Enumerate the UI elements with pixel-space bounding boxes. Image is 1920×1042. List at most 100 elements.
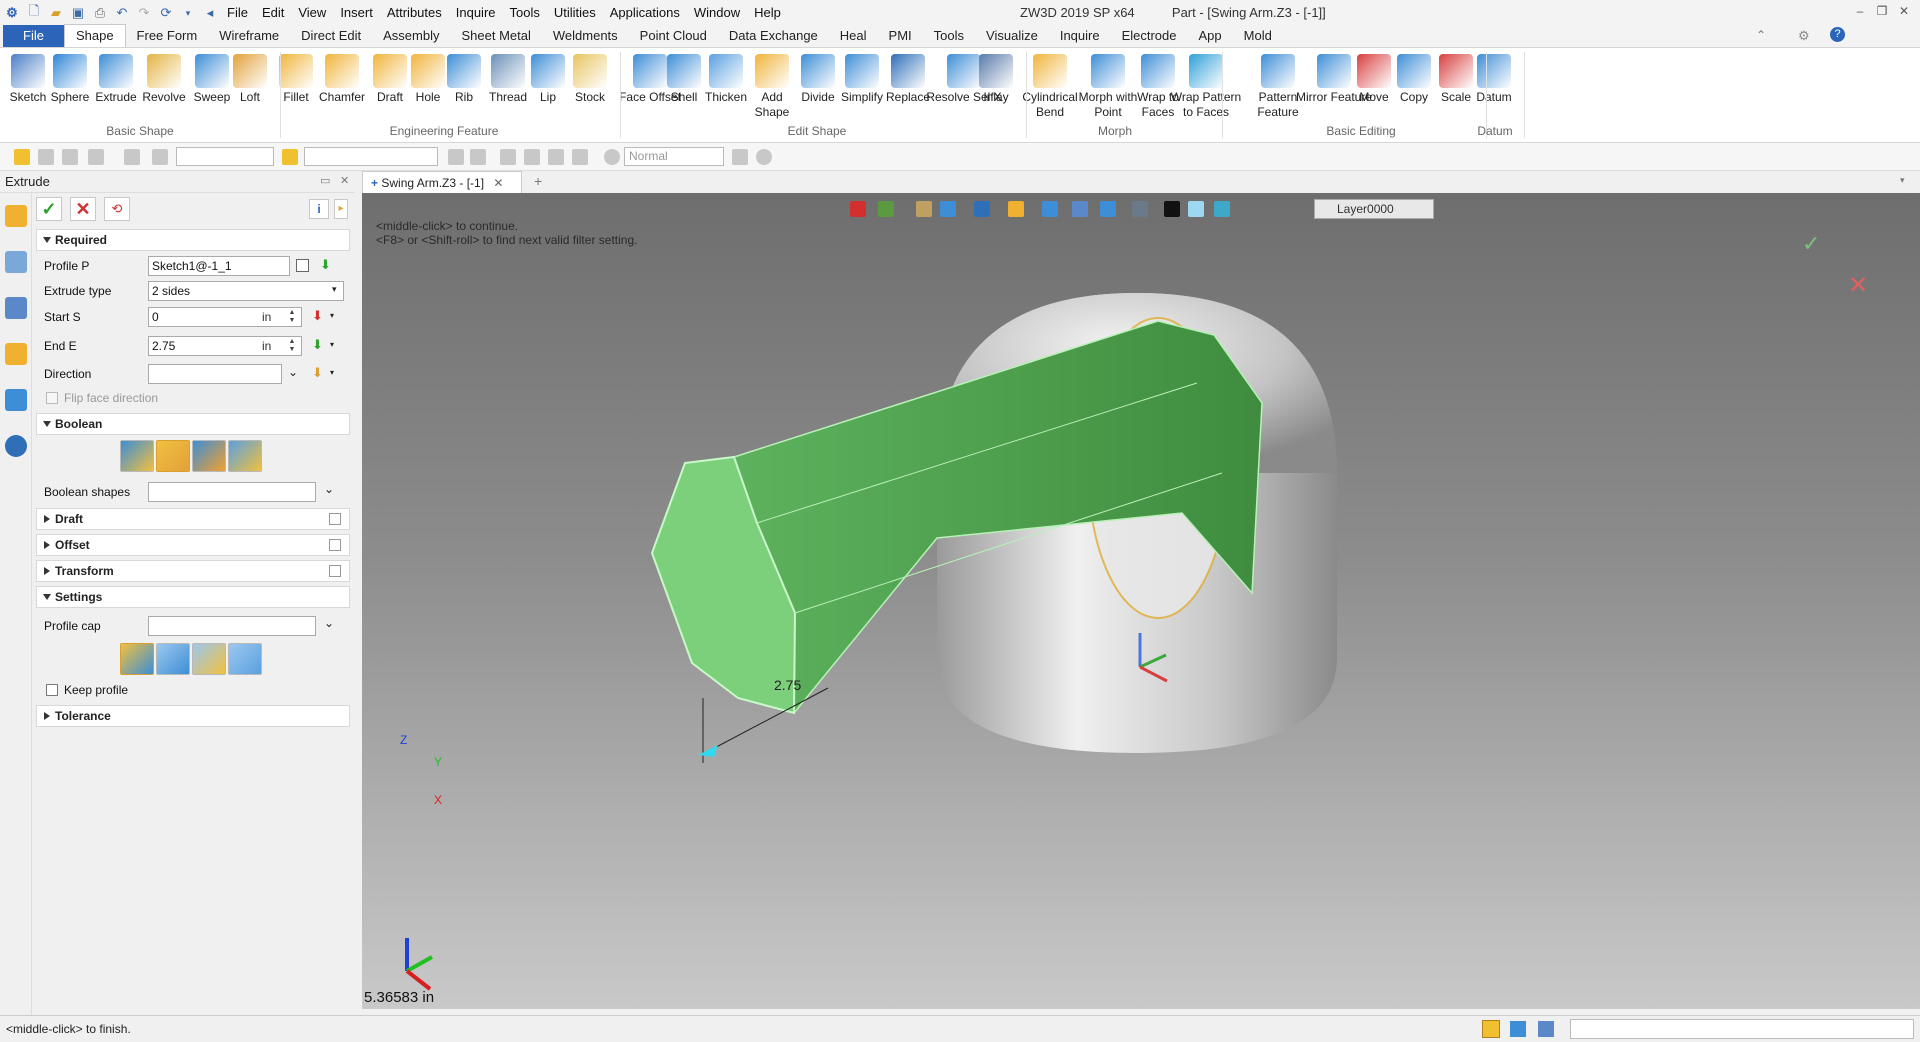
save-icon[interactable]: ▣	[68, 4, 88, 22]
menu-edit[interactable]: Edit	[255, 0, 291, 26]
end-option-icon[interactable]: ⬇	[312, 337, 323, 353]
tool-e-icon[interactable]	[548, 149, 564, 165]
back-arrow-icon[interactable]: ◂	[200, 4, 220, 22]
menu-insert[interactable]: Insert	[333, 0, 380, 26]
cancel-button[interactable]: ✕	[70, 197, 96, 221]
tab-free-form[interactable]: Free Form	[126, 25, 209, 47]
line-icon[interactable]	[62, 149, 78, 165]
ribbon-lip-button[interactable]: Lip	[524, 54, 572, 105]
end-spinner-icon[interactable]: ▲ ▼	[288, 338, 296, 354]
section-transform[interactable]: Transform	[36, 560, 350, 582]
pin-icon[interactable]: ▭	[320, 174, 330, 187]
status-view-1-icon[interactable]	[1482, 1020, 1500, 1038]
section-boolean[interactable]: Boolean	[36, 413, 350, 435]
extrude-type-select[interactable]: 2 sides	[148, 281, 344, 301]
entity-combo[interactable]	[304, 147, 438, 166]
status-view-3-icon[interactable]	[1538, 1021, 1554, 1037]
section-required[interactable]: Required	[36, 229, 350, 251]
tool-b-icon[interactable]	[470, 149, 486, 165]
draft-checkbox[interactable]	[329, 513, 341, 525]
start-option-icon[interactable]: ⬇	[312, 308, 323, 324]
boolean-shapes-field[interactable]	[148, 482, 316, 502]
settings-gear-icon[interactable]	[604, 149, 620, 165]
direction-chevron-down-icon[interactable]: ▾	[330, 368, 334, 377]
add-tab-icon[interactable]: +	[534, 173, 542, 189]
chevron-down-icon[interactable]: ▾	[178, 4, 198, 22]
minimize-icon[interactable]: –	[1850, 4, 1870, 20]
direction-field[interactable]	[148, 364, 282, 384]
tab-sheet-metal[interactable]: Sheet Metal	[451, 25, 542, 47]
menu-window[interactable]: Window	[687, 0, 747, 26]
tab-wireframe[interactable]: Wireframe	[208, 25, 290, 47]
tab-file[interactable]: File	[3, 25, 64, 47]
select-arrow-icon[interactable]	[14, 149, 30, 165]
filter-icon[interactable]	[152, 149, 168, 165]
tab-electrode[interactable]: Electrode	[1111, 25, 1188, 47]
new-file-icon[interactable]: 🗋	[24, 3, 44, 22]
intersect-shape-icon[interactable]	[228, 440, 262, 472]
ribbon-revolve-button[interactable]: Revolve	[140, 54, 188, 105]
ribbon-loft-button[interactable]: Loft	[226, 54, 274, 105]
status-view-2-icon[interactable]	[1510, 1021, 1526, 1037]
start-field[interactable]: 0	[148, 307, 302, 327]
3d-viewport[interactable]: Layer0000 <middle-click> to continue. <F…	[362, 193, 1920, 1009]
menu-view[interactable]: View	[291, 0, 333, 26]
section-settings[interactable]: Settings	[36, 586, 350, 608]
ribbon-add-shape-button[interactable]: Add Shape	[748, 54, 796, 120]
gear-icon[interactable]: ⚙	[1798, 28, 1810, 44]
ribbon-divide-button[interactable]: Divide	[794, 54, 842, 105]
ribbon-shell-button[interactable]: Shell	[660, 54, 708, 105]
profile-cap-field[interactable]	[148, 616, 316, 636]
start-chevron-down-icon[interactable]: ▾	[330, 311, 334, 320]
menu-tools[interactable]: Tools	[503, 0, 547, 26]
part-library-icon[interactable]	[5, 343, 27, 365]
info-button[interactable]: i	[309, 199, 329, 219]
panel-close-icon[interactable]: ✕	[340, 174, 349, 187]
restore-icon[interactable]: ❐	[1872, 4, 1892, 20]
profile-field[interactable]: Sketch1@-1_1	[148, 256, 290, 276]
base-body-icon[interactable]	[120, 440, 154, 472]
document-tab[interactable]: + Swing Arm.Z3 - [-1] ✕	[362, 171, 522, 193]
help-icon[interactable]: ?	[1830, 27, 1845, 42]
menu-utilities[interactable]: Utilities	[547, 0, 603, 26]
mode-combo[interactable]: Normal	[624, 147, 724, 166]
ribbon-thicken-button[interactable]: Thicken	[702, 54, 750, 105]
remove-shape-icon[interactable]	[192, 440, 226, 472]
ribbon-wrap-pattern-to-faces-button[interactable]: Wrap Pattern to Faces	[1168, 54, 1244, 120]
assembly-tree-icon[interactable]	[5, 297, 27, 319]
drag-handle-icon[interactable]	[698, 745, 718, 757]
open-folder-icon[interactable]: ▰	[46, 4, 66, 22]
dimension-label[interactable]: 2.75	[774, 677, 801, 693]
close-icon[interactable]: ✕	[1894, 4, 1914, 20]
ribbon-chamfer-button[interactable]: Chamfer	[318, 54, 366, 105]
tab-list-chevron-down-icon[interactable]: ▾	[1900, 175, 1905, 186]
tab-inquire[interactable]: Inquire	[1049, 25, 1111, 47]
image-library-icon[interactable]	[5, 389, 27, 411]
menu-applications[interactable]: Applications	[603, 0, 687, 26]
direction-option-icon[interactable]: ⬇	[312, 365, 323, 381]
ribbon-datum-button[interactable]: Datum	[1470, 54, 1518, 105]
cursor-icon[interactable]	[732, 149, 748, 165]
tab-tools[interactable]: Tools	[923, 25, 975, 47]
cap-end-icon[interactable]	[192, 643, 226, 675]
ribbon-copy-button[interactable]: Copy	[1390, 54, 1438, 105]
feature-panel-icon[interactable]	[5, 205, 27, 227]
profile-cap-expand-icon[interactable]: ⌄	[324, 616, 334, 630]
panel-toggle-button[interactable]: ▸	[334, 199, 348, 219]
redo-icon[interactable]: ↷	[134, 4, 154, 22]
section-offset[interactable]: Offset	[36, 534, 350, 556]
ribbon-sketch-button[interactable]: Sketch	[4, 54, 52, 105]
profile-picker-icon[interactable]	[296, 259, 309, 272]
section-draft[interactable]: Draft	[36, 508, 350, 530]
tool-c-icon[interactable]	[500, 149, 516, 165]
print-icon[interactable]: ⎙	[90, 4, 110, 22]
filter-combo[interactable]	[176, 147, 274, 166]
pick-icon[interactable]	[38, 149, 54, 165]
start-spinner-icon[interactable]: ▲ ▼	[288, 309, 296, 325]
apply-button[interactable]: ⟲	[104, 197, 130, 221]
options-gear-icon[interactable]	[756, 149, 772, 165]
add-shape-icon[interactable]	[156, 440, 190, 472]
ribbon-extrude-button[interactable]: Extrude	[92, 54, 140, 105]
tool-f-icon[interactable]	[572, 149, 588, 165]
keep-profile-checkbox[interactable]	[46, 684, 58, 696]
